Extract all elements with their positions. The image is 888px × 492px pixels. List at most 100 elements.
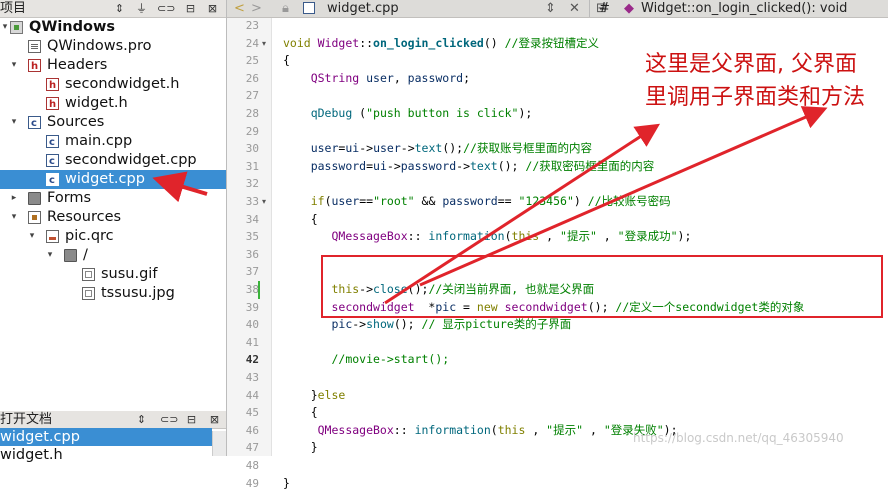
tree-item-label: susu.gif (101, 266, 158, 282)
code-line[interactable]: } (283, 475, 290, 492)
image-file-icon (82, 287, 95, 300)
code-line[interactable]: qDebug ("push button is click"); (283, 105, 533, 122)
filter-icon[interactable]: ⏚ (134, 1, 149, 16)
lock-icon: 🔒︎ (282, 1, 289, 16)
project-panel: 项目 ⇕ ⏚ ⊂⊃ ⊟ ⊠ ▾ QWindows QWindows.pro ▾ Head… (0, 0, 227, 463)
tree-item-qwindows[interactable]: ▾ QWindows (0, 18, 226, 37)
project-panel-toolbar: 项目 ⇕ ⏚ ⊂⊃ ⊟ ⊠ (0, 0, 226, 18)
code-line[interactable]: void Widget::on_login_clicked() //登录按钮槽定… (283, 35, 599, 52)
cpp-file-icon (46, 152, 59, 171)
line-number: 29 (245, 124, 259, 138)
expand-arrow-icon[interactable]: ▾ (9, 113, 19, 132)
tree-item-label: Resources (47, 209, 122, 225)
sort-icon[interactable]: ⇕ (134, 412, 149, 427)
line-number: 39 (245, 300, 259, 314)
sort-icon[interactable]: ⇕ (112, 1, 127, 16)
code-line[interactable]: QString user, password; (283, 70, 470, 87)
expand-arrow-icon[interactable]: ▾ (27, 227, 37, 246)
open-documents-title: 打开文档 (0, 412, 53, 427)
link-icon[interactable]: ⊂⊃ (157, 1, 175, 16)
close-document-icon[interactable]: ✕ (569, 0, 580, 17)
tree-item-label: Forms (47, 190, 92, 206)
tree-item-secondwidget-cpp[interactable]: secondwidget.cpp (0, 151, 226, 171)
line-number: 27 (245, 89, 259, 103)
close-icon[interactable]: ⊠ (205, 1, 220, 16)
image-file-icon (82, 268, 95, 281)
tree-item-label: tssusu.jpg (101, 285, 175, 301)
tree-item-widget-cpp[interactable]: widget.cpp (0, 170, 226, 190)
code-line[interactable]: password=ui->password->text(); //获取密码框里面… (283, 158, 655, 175)
code-line[interactable]: user=ui->user->text();//获取账号框里面的内容 (283, 140, 592, 157)
fold-arrow-icon[interactable]: ▾ (262, 39, 266, 48)
code-line[interactable]: //movie->start(); (283, 351, 449, 368)
line-number: 32 (245, 177, 259, 191)
split-icon[interactable]: ⊟ (184, 412, 199, 427)
modified-line-marker (258, 281, 260, 299)
code-line[interactable]: }else (283, 387, 346, 404)
tree-item-tssusu-jpg[interactable]: tssusu.jpg (0, 284, 226, 303)
line-number: 31 (245, 159, 259, 173)
code-line[interactable]: { (283, 211, 318, 228)
open-document-item[interactable]: widget.cpp (0, 428, 212, 446)
code-line[interactable]: QMessageBox:: information(this , "提示" , … (283, 422, 678, 439)
editor-file-name[interactable]: widget.cpp (327, 0, 399, 17)
tree-item-label: secondwidget.cpp (65, 152, 197, 168)
code-line[interactable]: { (283, 404, 318, 421)
watermark: https://blog.csdn.net/qq_46305940 (633, 431, 844, 445)
tree-item-secondwidget-h[interactable]: secondwidget.h (0, 75, 226, 95)
tree-item-label: Sources (47, 114, 105, 130)
code-line[interactable]: { (283, 52, 290, 69)
close-icon[interactable]: ⊠ (207, 412, 222, 427)
open-documents-scrollbar[interactable] (212, 431, 226, 456)
forward-icon[interactable]: > (251, 0, 262, 17)
link-icon[interactable]: ⊂⊃ (160, 412, 178, 427)
back-icon[interactable]: < (234, 0, 245, 17)
line-number: 35 (245, 230, 259, 244)
expand-arrow-icon[interactable]: ▾ (0, 18, 10, 37)
line-number: 30 (245, 142, 259, 156)
tree-item-[interactable]: ▾ / (0, 246, 226, 265)
divider (589, 0, 590, 17)
tree-item-label: widget.cpp (65, 171, 145, 187)
tree-item-pic-qrc[interactable]: ▾ pic.qrc (0, 227, 226, 246)
forms-folder-icon (28, 192, 41, 205)
folder-icon (64, 249, 77, 262)
split-icon[interactable]: ⊟ (183, 1, 198, 16)
hash-label: # (599, 1, 610, 16)
expand-arrow-icon[interactable]: ▾ (9, 208, 19, 227)
tree-item-label: secondwidget.h (65, 76, 180, 92)
tree-item-main-cpp[interactable]: main.cpp (0, 132, 226, 152)
fold-arrow-icon[interactable]: ▾ (262, 197, 266, 206)
code-line[interactable]: if(user=="root" && password== "123456") … (283, 193, 671, 210)
tree-item-label: / (83, 247, 88, 263)
tree-item-label: main.cpp (65, 133, 133, 149)
project-icon (10, 21, 23, 34)
qrc-file-icon (46, 230, 59, 243)
open-document-item[interactable]: widget.h (0, 446, 212, 464)
line-number: 37 (245, 265, 259, 279)
tree-item-resources[interactable]: ▾ Resources (0, 208, 226, 227)
tree-item-forms[interactable]: ▸ Forms (0, 189, 226, 208)
code-line[interactable]: QMessageBox:: information(this , "提示" , … (283, 228, 691, 245)
dropdown-arrow-icon[interactable]: ⇕ (545, 0, 556, 17)
open-documents-toolbar: 打开文档 ⇕ ⊂⊃ ⊟ ⊠ (0, 411, 226, 429)
tree-item-susu-gif[interactable]: susu.gif (0, 265, 226, 284)
expand-arrow-icon[interactable]: ▾ (9, 56, 19, 75)
pro-file-icon (28, 40, 41, 53)
line-number-gutter: 23 24 ▾ 25 26 27 28 29 30 31 32 33 ▾ 34 35 36 37 38 39 40 41… (227, 18, 272, 490)
line-number: 28 (245, 107, 259, 120)
line-number: 45 (245, 406, 259, 420)
tree-item-sources[interactable]: ▾ Sources (0, 113, 226, 133)
symbol-selector[interactable]: Widget::on_login_clicked(): void (641, 0, 847, 17)
tree-item-widget-h[interactable]: widget.h (0, 94, 226, 114)
expand-arrow-icon[interactable]: ▾ (45, 246, 55, 265)
collapse-arrow-icon[interactable]: ▸ (9, 189, 19, 208)
symbol-icon: ◆ (624, 1, 634, 16)
tree-item-headers[interactable]: ▾ Headers (0, 56, 226, 76)
tree-item-qwindows-pro[interactable]: QWindows.pro (0, 37, 226, 56)
code-line[interactable]: pic->show(); // 显示picture类的子界面 (283, 316, 571, 333)
code-line[interactable]: } (283, 439, 318, 456)
tree-item-label: QWindows.pro (47, 38, 152, 54)
sources-folder-icon (28, 114, 41, 133)
tree-item-label: QWindows (29, 19, 115, 35)
